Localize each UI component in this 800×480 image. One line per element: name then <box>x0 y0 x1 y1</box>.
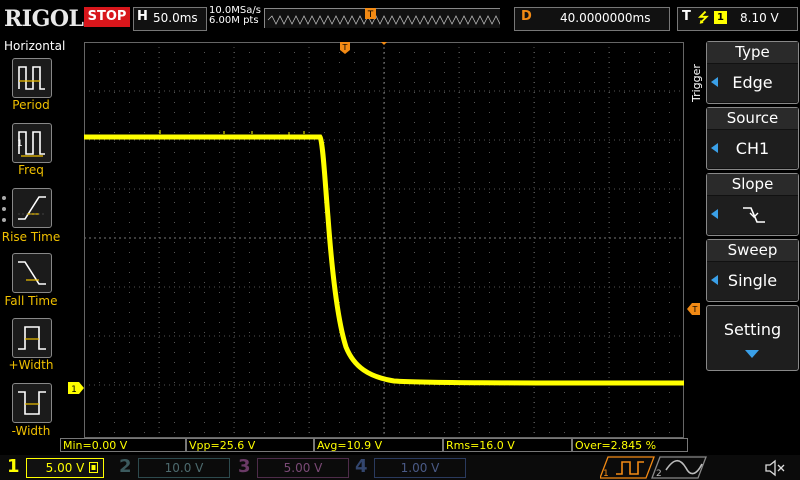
ch1-ground-marker[interactable]: 1 <box>68 382 84 394</box>
frequency-icon: 1 <box>17 131 45 157</box>
measure-negative-width-label: -Width <box>11 424 51 438</box>
falling-edge-icon <box>743 207 765 223</box>
delay-letter: D <box>521 9 532 24</box>
trigger-type-value: Edge <box>707 64 798 102</box>
trigger-menu-label: Trigger <box>690 64 703 102</box>
trigger-setting-title: Setting <box>723 320 782 339</box>
brand-logo: RIGOL <box>4 6 84 32</box>
measure-period-label: Period <box>12 98 50 112</box>
chevron-left-icon <box>711 143 718 153</box>
trigger-slope-value <box>707 196 798 234</box>
positive-width-icon <box>18 326 46 350</box>
measure-rise-time-label: Rise Time <box>1 230 61 244</box>
ch2-scale[interactable]: 10.0 V <box>138 458 230 478</box>
math-channel-buttons[interactable]: 1 2 <box>600 456 710 479</box>
ch4-scale-value: 1.00 V <box>400 461 440 475</box>
svg-text:T: T <box>342 43 348 52</box>
trigger-slope-icon: ⭍ <box>698 11 709 26</box>
math1-square-wave-icon <box>616 461 644 475</box>
acquisition-info: 10.0MSa/s 6.00M pts <box>209 6 261 26</box>
trigger-sweep-value: Single <box>707 262 798 300</box>
measure-freq-button[interactable]: 1 <box>12 123 52 163</box>
measurement-vpp[interactable]: Vpp=25.6 V <box>186 438 314 452</box>
math2-sine-wave-icon <box>665 459 703 475</box>
chevron-left-icon <box>711 209 718 219</box>
measure-period-button[interactable] <box>12 58 52 98</box>
ch4-scale[interactable]: 1.00 V <box>374 458 466 478</box>
chevron-down-icon <box>745 350 759 358</box>
period-icon <box>18 66 45 90</box>
waveform-display[interactable]: T <box>84 42 684 438</box>
page-dot <box>2 218 6 222</box>
trigger-source-value: CH1 <box>707 130 798 168</box>
trigger-sweep-title: Sweep <box>707 240 798 261</box>
ch3-scale[interactable]: 5.00 V <box>257 458 349 478</box>
measure-fall-time-label: Fall Time <box>4 294 58 308</box>
speaker-muted-icon[interactable] <box>764 458 786 478</box>
measure-negative-width-button[interactable] <box>12 383 52 423</box>
bandwidth-limit-icon <box>89 462 98 473</box>
ch2-number[interactable]: 2 <box>119 457 132 477</box>
measure-positive-width-button[interactable] <box>12 318 52 358</box>
timebase-letter: H <box>137 9 148 24</box>
fall-time-icon <box>18 261 46 285</box>
measure-rise-time-button[interactable] <box>12 188 52 228</box>
trigger-status-box[interactable] <box>677 7 798 31</box>
measurement-rms[interactable]: Rms=16.0 V <box>443 438 572 452</box>
measure-fall-time-button[interactable] <box>12 253 52 293</box>
trigger-slope-title: Slope <box>707 174 798 195</box>
trigger-setting-softkey[interactable]: Setting <box>706 305 799 371</box>
ch2-scale-value: 10.0 V <box>164 461 204 475</box>
trigger-type-softkey[interactable]: Type Edge <box>706 41 799 104</box>
svg-text:1: 1 <box>71 385 77 394</box>
measurement-min[interactable]: Min=0.00 V <box>60 438 186 452</box>
trigger-level: 8.10 V <box>740 11 779 25</box>
trigger-type-title: Type <box>707 42 798 63</box>
measurement-overshoot[interactable]: Over=2.845 % <box>572 438 688 452</box>
measure-category-title: Horizontal <box>4 39 66 53</box>
trigger-source-softkey[interactable]: Source CH1 <box>706 107 799 170</box>
trigger-source-badge: 1 <box>714 11 727 24</box>
delay-value: 40.0000000ms <box>560 11 651 25</box>
math2-label: 2 <box>656 469 662 479</box>
rise-time-icon <box>18 196 46 220</box>
trigger-source-title: Source <box>707 108 798 129</box>
ch3-number[interactable]: 3 <box>238 457 251 477</box>
memory-depth: 6.00M pts <box>209 15 259 26</box>
math1-label: 1 <box>603 469 609 479</box>
chevron-left-icon <box>711 275 718 285</box>
negative-width-icon <box>18 391 46 415</box>
ch1-number[interactable]: 1 <box>7 457 20 477</box>
memory-position-bar[interactable]: T <box>264 8 500 28</box>
trigger-slope-softkey[interactable]: Slope <box>706 173 799 236</box>
ch3-scale-value: 5.00 V <box>283 461 323 475</box>
svg-text:1: 1 <box>17 139 23 149</box>
measurement-avg[interactable]: Avg=10.9 V <box>314 438 443 452</box>
ch1-scale-value: 5.00 V <box>45 461 85 475</box>
trigger-letter: T <box>682 9 691 24</box>
ch4-number[interactable]: 4 <box>355 457 368 477</box>
run-stop-status[interactable]: STOP <box>84 7 130 27</box>
page-dot <box>2 207 6 211</box>
measure-freq-label: Freq <box>18 163 44 177</box>
measure-positive-width-label: +Width <box>8 358 54 372</box>
trigger-sweep-softkey[interactable]: Sweep Single <box>706 239 799 302</box>
memory-trigger-label: T <box>367 10 374 20</box>
page-dot <box>2 196 6 200</box>
chevron-left-icon <box>711 77 718 87</box>
timebase-value: 50.0ms <box>153 11 198 25</box>
